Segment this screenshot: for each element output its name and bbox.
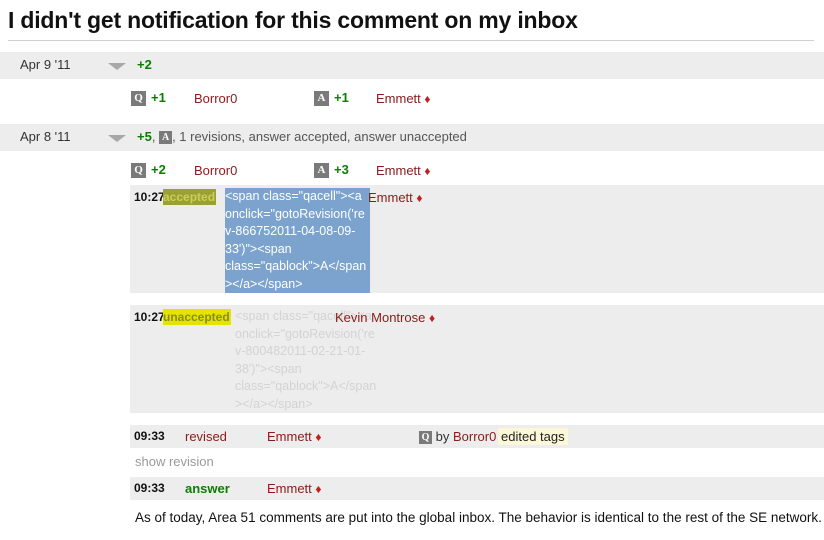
- show-revision-link[interactable]: show revision: [135, 448, 824, 469]
- question-voter-link[interactable]: Borror0: [194, 163, 237, 178]
- revised-by-user-link[interactable]: Borror0: [453, 429, 496, 444]
- event-row-unaccepted: 10:27 unaccepted <span class="qacell"><a…: [130, 305, 824, 413]
- page-title: I didn't get notification for this comme…: [8, 7, 578, 33]
- day-summary-rest: , 1 revisions, answer accepted, answer u…: [172, 129, 467, 144]
- revised-by-label: by: [435, 429, 450, 444]
- answer-vote-count: +1: [334, 90, 349, 105]
- moderator-diamond-icon: ♦: [424, 164, 431, 178]
- day-header-row[interactable]: Apr 8 '11 +5, A, 1 revisions, answer acc…: [0, 124, 824, 151]
- row-spacer: [0, 413, 824, 425]
- question-badge-icon: Q: [131, 91, 146, 107]
- question-voter-name: Borror0: [194, 163, 238, 178]
- event-tag-accepted: accepted: [163, 189, 217, 205]
- answer-time: 09:33: [134, 481, 165, 495]
- answer-badge-icon: A: [314, 163, 329, 179]
- title-divider: [8, 40, 814, 41]
- day-summary: +5, A, 1 revisions, answer accepted, ans…: [137, 129, 467, 145]
- revised-row: 09:33 revised Emmett ♦ Q by Borror0 edit…: [130, 425, 824, 448]
- event-tag-unaccepted: unaccepted: [163, 309, 231, 325]
- question-badge-icon: Q: [131, 163, 146, 179]
- day-date: Apr 8 '11: [20, 129, 71, 144]
- revised-time: 09:33: [134, 429, 165, 443]
- question-vote-group: Q +1: [131, 90, 166, 107]
- answer-user-link[interactable]: Emmett ♦: [267, 481, 322, 496]
- answer-vote-group: A +1: [314, 90, 349, 107]
- day-summary-votes: +2: [137, 57, 152, 72]
- vote-detail-row: Q +2 Borror0 A +3 Emmett ♦: [0, 158, 824, 185]
- moderator-diamond-icon: ♦: [315, 430, 322, 444]
- answer-voter-link[interactable]: Emmett ♦: [376, 91, 431, 106]
- revised-by-group: Q by Borror0: [419, 429, 496, 445]
- event-code-text: <span class="qacell"><a onclick="gotoRev…: [225, 189, 367, 291]
- answer-user-name: Emmett: [267, 481, 312, 496]
- revised-user-link[interactable]: Emmett ♦: [267, 429, 322, 444]
- question-voter-name: Borror0: [194, 91, 238, 106]
- question-badge-icon: Q: [419, 431, 432, 445]
- answer-body-text: As of today, Area 51 comments are put in…: [135, 510, 822, 525]
- event-user-link[interactable]: Kevin Montrose ♦: [335, 310, 435, 325]
- day-date: Apr 9 '11: [20, 57, 71, 72]
- question-vote-count: +1: [151, 90, 166, 105]
- moderator-diamond-icon: ♦: [424, 92, 431, 106]
- answer-voter-link[interactable]: Emmett ♦: [376, 163, 431, 178]
- answer-vote-group: A +3: [314, 162, 349, 179]
- answer-vote-count: +3: [334, 162, 349, 177]
- answer-badge-icon: A: [314, 91, 329, 107]
- day-summary-votes: +5: [137, 129, 152, 144]
- day-header-row[interactable]: Apr 9 '11 +2: [0, 52, 824, 79]
- day-summary: +2: [137, 57, 152, 72]
- event-user-name: Kevin Montrose: [335, 310, 426, 325]
- chevron-down-icon[interactable]: [108, 63, 126, 70]
- event-time: 10:27: [134, 310, 165, 324]
- answer-voter-name: Emmett: [376, 91, 421, 106]
- event-user-name: Emmett: [368, 190, 413, 205]
- moderator-diamond-icon: ♦: [428, 311, 436, 325]
- answer-row: 09:33 answer Emmett ♦: [130, 477, 824, 500]
- event-time: 10:27: [134, 190, 165, 204]
- answer-voter-name: Emmett: [376, 163, 421, 178]
- event-user-link[interactable]: Emmett ♦: [368, 190, 423, 205]
- event-row-accepted: 10:27 accepted <span class="qacell"><a o…: [130, 185, 824, 293]
- moderator-diamond-icon: ♦: [315, 482, 322, 496]
- event-code-snippet[interactable]: <span class="qacell"><a onclick="gotoRev…: [225, 188, 370, 293]
- question-vote-group: Q +2: [131, 162, 166, 179]
- revised-edited-tags: edited tags: [498, 428, 568, 445]
- question-vote-count: +2: [151, 162, 166, 177]
- answer-badge-icon: A: [159, 131, 173, 145]
- revised-user-name: Emmett: [267, 429, 312, 444]
- moderator-diamond-icon: ♦: [416, 191, 423, 205]
- revised-action-label: revised: [185, 429, 227, 444]
- row-spacer: [0, 469, 824, 477]
- row-spacer: [0, 293, 824, 305]
- question-voter-link[interactable]: Borror0: [194, 91, 237, 106]
- vote-detail-row: Q +1 Borror0 A +1 Emmett ♦: [0, 86, 824, 113]
- answer-action-label: answer: [185, 481, 230, 496]
- chevron-down-icon[interactable]: [108, 135, 126, 142]
